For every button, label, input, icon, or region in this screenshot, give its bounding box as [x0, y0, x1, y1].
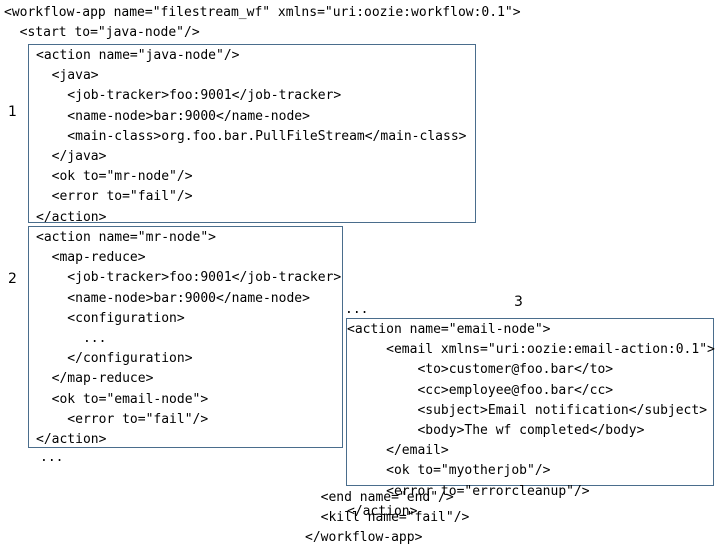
callout-label-1: 1 — [8, 104, 17, 120]
callout-label-2: 2 — [8, 271, 17, 287]
java-node-action-code: <action name="java-node"/> <java> <job-t… — [36, 48, 467, 225]
workflow-app-header-code: <workflow-app name="filestream_wf" xmlns… — [4, 5, 521, 41]
mr-node-action-code: <action name="mr-node"> <map-reduce> <jo… — [36, 230, 342, 448]
ellipsis-right: ... — [345, 302, 369, 317]
ellipsis-left: ... — [40, 450, 64, 465]
callout-label-3: 3 — [514, 294, 523, 310]
